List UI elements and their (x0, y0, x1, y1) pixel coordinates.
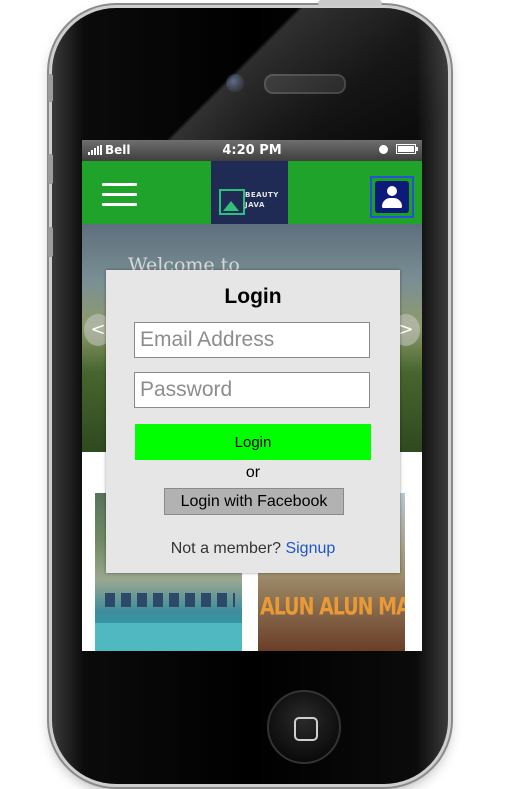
password-field[interactable] (134, 372, 370, 408)
app-navbar: BEAUTY JAVA (82, 161, 422, 238)
user-icon (375, 181, 409, 213)
member-prompt-text: Not a member? (170, 540, 281, 557)
logo-line2: JAVA (245, 201, 265, 209)
or-separator: or (245, 464, 261, 481)
facebook-login-button[interactable]: Login with Facebook (164, 488, 344, 515)
email-field[interactable] (134, 322, 370, 358)
volume-up-button (48, 154, 53, 184)
login-modal: Login Login or Login with Facebook Not a… (106, 270, 400, 573)
login-button[interactable]: Login (135, 424, 371, 460)
user-profile-button[interactable] (370, 176, 414, 218)
hamburger-menu-icon[interactable] (102, 183, 138, 207)
logo-line1: BEAUTY (245, 191, 279, 199)
volume-down-button (48, 227, 53, 257)
signup-prompt: Not a member? Signup (106, 540, 400, 558)
boats-image-detail (105, 593, 235, 607)
beach-image-detail (95, 623, 242, 651)
earpiece-speaker (264, 74, 346, 94)
home-button[interactable] (267, 690, 341, 764)
login-title: Login (224, 285, 282, 308)
status-time: 4:20 PM (222, 143, 282, 158)
signup-link[interactable]: Signup (285, 540, 335, 557)
mute-switch (48, 74, 53, 102)
logo-mountain-icon (219, 189, 245, 215)
status-right (379, 144, 418, 154)
status-bar: Bell 4:20 PM (82, 140, 422, 161)
power-button (318, 0, 382, 6)
front-camera (226, 74, 244, 92)
home-button-icon (294, 717, 318, 741)
battery-icon (396, 144, 418, 154)
alun-alun-malang-sign: ALUN ALUN MALANG (260, 593, 405, 621)
rotation-lock-icon (379, 144, 388, 154)
